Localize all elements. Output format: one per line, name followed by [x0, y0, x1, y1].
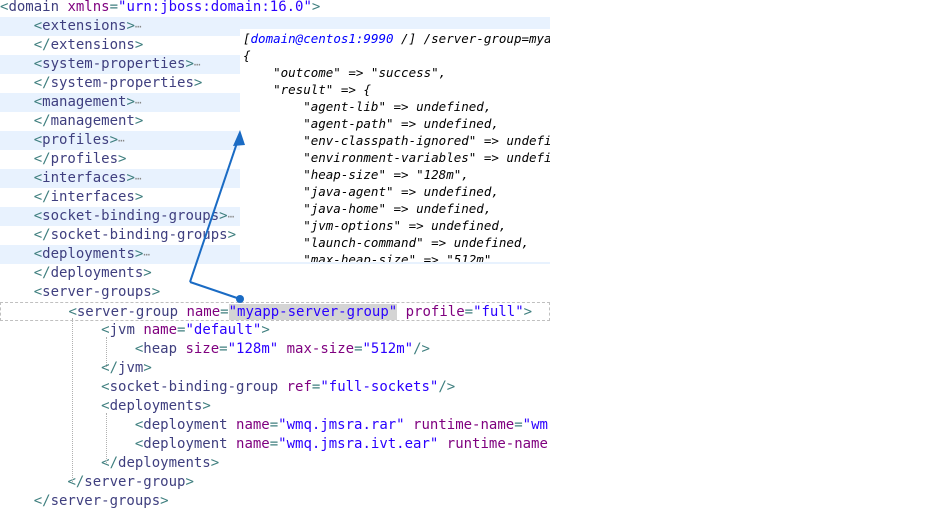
- annotation-arrow: [189, 130, 245, 303]
